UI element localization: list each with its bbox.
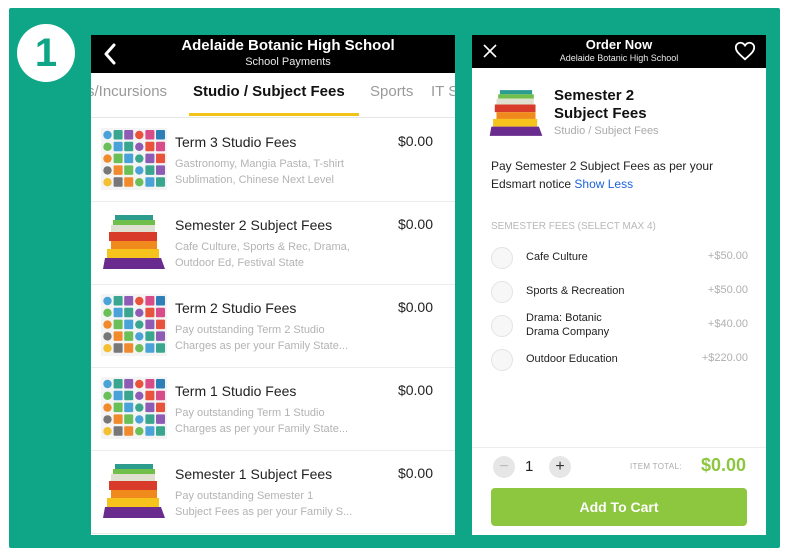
fee-thumbnail (101, 377, 167, 439)
fee-item-description-line1: Pay outstanding Semester 1 (175, 490, 314, 502)
fee-list-item[interactable]: Term 1 Studio Fees $0.00 Pay outstanding T… (91, 367, 455, 451)
fee-list-item[interactable]: Term 2 Studio Fees $0.00 Pay outstanding T… (91, 284, 455, 368)
fee-item-name: Term 2 Studio Fees (175, 300, 297, 316)
option-label: Outdoor Education (526, 352, 618, 366)
option-label: Drama: Botanic Drama Company (526, 311, 609, 339)
product-description: Pay Semester 2 Subject Fees as per your … (491, 157, 753, 193)
active-tab-indicator (189, 113, 359, 116)
order-now-title: Order Now (585, 37, 653, 52)
order-now-screen: Order Now Adelaide Botanic High School S… (472, 35, 766, 535)
fee-list-item[interactable]: Semester 2 Subject Fees $0.00 Cafe Culture… (91, 201, 455, 285)
favorite-button[interactable] (734, 40, 756, 62)
fee-item-description-line1: Pay outstanding Term 1 Studio (175, 407, 325, 419)
left-header: Adelaide Botanic High School School Paym… (91, 35, 455, 73)
option-price: +$220.00 (701, 352, 748, 364)
tab-sports[interactable]: Sports (370, 83, 413, 100)
item-total-label: ITEM TOTAL: (630, 462, 682, 471)
fee-item-description-line2: Charges as per your Family State... (175, 340, 349, 352)
option-label-line1: Sports & Recreation (526, 285, 625, 297)
fee-thumbnail (101, 128, 167, 190)
fee-item-description-line1: Gastronomy, Mangia Pasta, T-shirt (175, 158, 344, 170)
heart-icon (734, 41, 756, 61)
fee-thumbnail (101, 294, 167, 356)
step-number-badge: 1 (17, 24, 75, 82)
fee-item-name: Term 1 Studio Fees (175, 383, 297, 399)
fee-item-price: $0.00 (397, 465, 433, 481)
fee-option-row[interactable]: Outdoor Education +$220.00 (472, 343, 766, 375)
fee-list-item[interactable]: Term 3 Studio Fees $0.00 Gastronomy, Mangi… (91, 118, 455, 202)
fee-item-description-line2: Charges as per your Family State... (175, 423, 349, 435)
add-to-cart-button[interactable]: Add To Cart (491, 488, 747, 526)
option-radio-button[interactable] (491, 315, 513, 337)
product-category: Studio / Subject Fees (554, 125, 659, 137)
school-payments-screen: Adelaide Botanic High School School Paym… (91, 35, 455, 535)
school-title: Adelaide Botanic High School (181, 37, 395, 54)
product-name: Semester 2 Subject Fees (554, 87, 704, 123)
option-label: Cafe Culture (526, 250, 588, 264)
fee-item-name: Semester 1 Subject Fees (175, 466, 333, 482)
fee-item-price: $0.00 (397, 216, 433, 232)
product-name-line1: Semester 2 (554, 87, 635, 104)
fee-list-item[interactable]: Semester 1 Subject Fees $0.00 Pay outstand… (91, 450, 455, 534)
fee-thumbnail (101, 211, 167, 273)
fee-option-row[interactable]: Drama: Botanic Drama Company +$40.00 (472, 309, 766, 341)
fee-item-price: $0.00 (397, 299, 433, 315)
school-payments-subtitle: School Payments (245, 56, 331, 68)
fee-item-description: Gastronomy, Mangia Pasta, T-shirt Sublima… (175, 156, 385, 188)
fee-item-name: Term 3 Studio Fees (175, 134, 297, 150)
back-button[interactable] (103, 39, 127, 69)
option-label-line1: Cafe Culture (526, 251, 588, 263)
close-icon (483, 44, 497, 58)
fee-item-description-line2: Subject Fees as per your Family S... (175, 506, 353, 518)
tab-it[interactable]: IT S (431, 83, 455, 100)
footer-divider (472, 447, 766, 448)
product-books-thumbnail (488, 85, 544, 141)
item-total-value: $0.00 (700, 455, 746, 475)
fee-item-description-line1: Cafe Culture, Sports & Rec, Drama, (175, 241, 350, 253)
quantity-increase-button[interactable]: + (549, 456, 571, 478)
quantity-decrease-button[interactable]: − (493, 456, 515, 478)
tab-studio-subject-fees[interactable]: Studio / Subject Fees (193, 83, 345, 100)
fee-option-row[interactable]: Sports & Recreation +$50.00 (472, 275, 766, 307)
option-radio-button[interactable] (491, 281, 513, 303)
fee-item-description: Pay outstanding Semester 1 Subject Fees a… (175, 488, 385, 520)
category-tab-bar: s/Incursions Studio / Subject Fees Sport… (91, 73, 455, 118)
quantity-value: 1 (525, 458, 534, 475)
fee-item-description: Pay outstanding Term 2 Studio Charges as … (175, 322, 385, 354)
fee-item-description-line1: Pay outstanding Term 2 Studio (175, 324, 325, 336)
option-radio-button[interactable] (491, 247, 513, 269)
fee-option-row[interactable]: Cafe Culture +$50.00 (472, 241, 766, 273)
option-price: +$50.00 (707, 250, 748, 262)
chevron-left-icon (104, 43, 116, 65)
option-label-line2: Drama Company (526, 326, 610, 338)
option-label-line1: Outdoor Education (526, 353, 618, 365)
option-price: +$50.00 (707, 284, 748, 296)
fee-item-description-line2: Outdoor Ed, Festival State (175, 257, 305, 269)
option-label: Sports & Recreation (526, 284, 624, 298)
right-header: Order Now Adelaide Botanic High School (472, 35, 766, 68)
fee-item-description: Cafe Culture, Sports & Rec, Drama, Outdoo… (175, 239, 385, 271)
fee-thumbnail (101, 460, 167, 522)
semester-fees-section-label: SEMESTER FEES (SELECT MAX 4) (491, 221, 656, 232)
fee-item-price: $0.00 (397, 382, 433, 398)
option-radio-button[interactable] (491, 349, 513, 371)
order-school-subtitle: Adelaide Botanic High School (559, 53, 679, 63)
fee-item-description-line2: Sublimation, Chinese Next Level (175, 174, 334, 186)
fee-item-description: Pay outstanding Term 1 Studio Charges as … (175, 405, 385, 437)
option-price: +$40.00 (707, 318, 748, 330)
close-button[interactable] (482, 39, 504, 63)
fee-item-name: Semester 2 Subject Fees (175, 217, 333, 233)
tab-incursions[interactable]: s/Incursions (91, 83, 167, 100)
product-name-line2: Subject Fees (554, 105, 647, 122)
fee-item-price: $0.00 (397, 133, 433, 149)
show-less-link[interactable]: Show Less (574, 177, 633, 191)
option-label-line1: Drama: Botanic (526, 312, 602, 324)
